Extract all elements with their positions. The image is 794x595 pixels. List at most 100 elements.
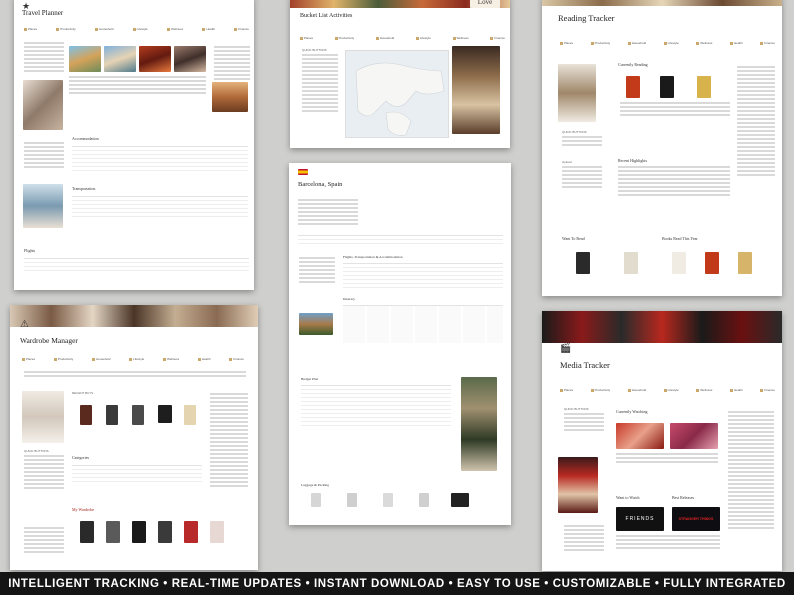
travel-nav: Places Productivity Household Lifestyle Well…	[24, 27, 249, 31]
books-read-heading: Books Read This Year	[662, 236, 698, 241]
book-cover-2	[660, 76, 674, 98]
categories-heading: Categories	[72, 455, 90, 460]
world-map[interactable]	[345, 50, 449, 138]
wardrobe-banner	[10, 305, 258, 327]
bucket-list-card[interactable]: Love Bucket List Activities Places Produc…	[290, 0, 510, 148]
want-to-watch-heading: Want to Watch	[616, 495, 640, 500]
accommodation-heading: Accommodation	[72, 136, 99, 141]
bucket-list	[302, 54, 338, 114]
recent-highlights-heading: Recent Highlights	[618, 158, 647, 163]
read-cover-1	[672, 252, 686, 274]
travel-planner-title: Travel Planner	[22, 9, 64, 17]
buy-item-2	[106, 405, 118, 425]
budget-table	[301, 385, 451, 426]
spain-flag-icon	[298, 169, 308, 175]
categories-grid	[72, 465, 202, 482]
flights-table	[24, 258, 249, 271]
barcelona-plant-photo	[461, 377, 497, 471]
reading-title: Reading Tracker	[558, 13, 615, 23]
reading-quick-list	[562, 136, 602, 148]
luggage-item-5	[451, 493, 469, 507]
reading-nav: Places Productivity Household Lifestyle Well…	[560, 41, 775, 45]
recent-buys-label: RECENT BUYS	[72, 391, 94, 395]
toread-cover-2	[624, 252, 638, 274]
luggage-item-1	[311, 493, 321, 507]
flights-transport-heading: Flights, Transportation & Accommodation	[343, 255, 403, 259]
bucket-quick-label: QUICK BUTTONS	[302, 48, 327, 52]
travel-photo-1	[69, 46, 101, 72]
want-to-read-heading: Want To Read	[562, 236, 585, 241]
reading-photo	[558, 64, 596, 122]
clapper-icon: 🎬	[560, 343, 572, 353]
luggage-item-4	[419, 493, 429, 507]
read-cover-2	[705, 252, 719, 274]
buy-item-4	[158, 405, 172, 423]
reading-upload-label: Upload	[562, 160, 572, 164]
transportation-table	[72, 196, 248, 217]
travel-desc	[69, 76, 206, 96]
luggage-item-3	[383, 493, 393, 507]
reading-tracker-card[interactable]: Reading Tracker Places Productivity Househ…	[542, 0, 782, 296]
budget-heading: Budget Plan	[301, 377, 319, 381]
travel-left-menu	[24, 142, 64, 170]
travel-photo-3	[139, 46, 171, 72]
stranger-things-poster: STRANGER THINGS	[672, 507, 720, 531]
luggage-heading: Luggage & Packing	[301, 483, 329, 487]
reading-banner	[542, 0, 782, 6]
currently-reading-heading: Currently Reading	[618, 62, 648, 67]
read-cover-3	[738, 252, 752, 274]
wardrobe-item-2	[106, 521, 120, 543]
itinerary-board	[343, 305, 503, 343]
media-tracker-card[interactable]: 🎬 Media Tracker Places Productivity Househ…	[542, 311, 782, 571]
wardrobe-item-6	[210, 521, 224, 543]
current-books-info	[620, 102, 730, 118]
watching-poster-2	[670, 423, 718, 449]
travel-photo-2	[104, 46, 136, 72]
travel-quick-list	[24, 42, 64, 74]
barcelona-props	[298, 199, 358, 227]
watching-poster-1	[616, 423, 664, 449]
buy-item-5	[184, 405, 196, 425]
travel-sidebar-list	[214, 46, 250, 82]
my-wardrobe-heading: My Wardrobe	[72, 507, 95, 512]
luggage-item-2	[347, 493, 357, 507]
travel-photo-harbor	[23, 184, 63, 228]
friends-poster: FRIENDS	[616, 507, 664, 531]
hanger-icon: ⚠	[20, 319, 29, 330]
wardrobe-nav: Places Productivity Household Lifestyle Well…	[22, 357, 244, 361]
buy-item-1	[80, 405, 92, 425]
travel-pyramid-photo	[212, 82, 248, 112]
media-nav: Places Productivity Household Lifestyle Well…	[560, 388, 775, 392]
barcelona-side-menu	[299, 257, 335, 285]
media-title: Media Tracker	[560, 360, 610, 370]
bucket-title: Bucket List Activities	[300, 13, 353, 19]
wardrobe-item-1	[80, 521, 94, 543]
wardrobe-card[interactable]: ⚠ Wardrobe Manager Places Productivity Hou…	[10, 305, 258, 570]
reading-sidebar	[737, 66, 775, 178]
flights-heading: Flights	[24, 248, 36, 253]
accommodation-table	[72, 146, 248, 171]
media-sidebar	[728, 411, 774, 531]
wardrobe-title: Wardrobe Manager	[20, 336, 78, 345]
media-left-menu	[564, 525, 604, 553]
wardrobe-quick-label: QUICK BUTTONS	[24, 449, 49, 453]
highlights-list	[618, 166, 730, 198]
media-quick-list	[564, 413, 604, 433]
watch-info	[616, 535, 720, 551]
wardrobe-item-5	[184, 521, 198, 543]
barcelona-card[interactable]: Barcelona, Spain Flights, Transportation…	[289, 163, 511, 525]
wardrobe-quick-list	[24, 455, 64, 491]
wardrobe-item-4	[158, 521, 172, 543]
wardrobe-sidebar	[210, 393, 248, 489]
travel-photo-person	[23, 80, 63, 130]
currently-watching-heading: Currently Watching	[616, 409, 648, 414]
travel-planner-card[interactable]: ★ Travel Planner Places Productivity House…	[14, 0, 254, 290]
wardrobe-left-menu	[24, 527, 64, 555]
bucket-nav: Places Productivity Household Lifestyle Well…	[300, 36, 505, 40]
transportation-heading: Transportation	[72, 186, 96, 191]
buy-item-3	[132, 405, 144, 425]
love-sign: Love	[470, 0, 500, 8]
media-photo	[558, 457, 598, 513]
best-releases-heading: Best Releases	[672, 495, 695, 500]
bucket-photo	[452, 46, 500, 134]
